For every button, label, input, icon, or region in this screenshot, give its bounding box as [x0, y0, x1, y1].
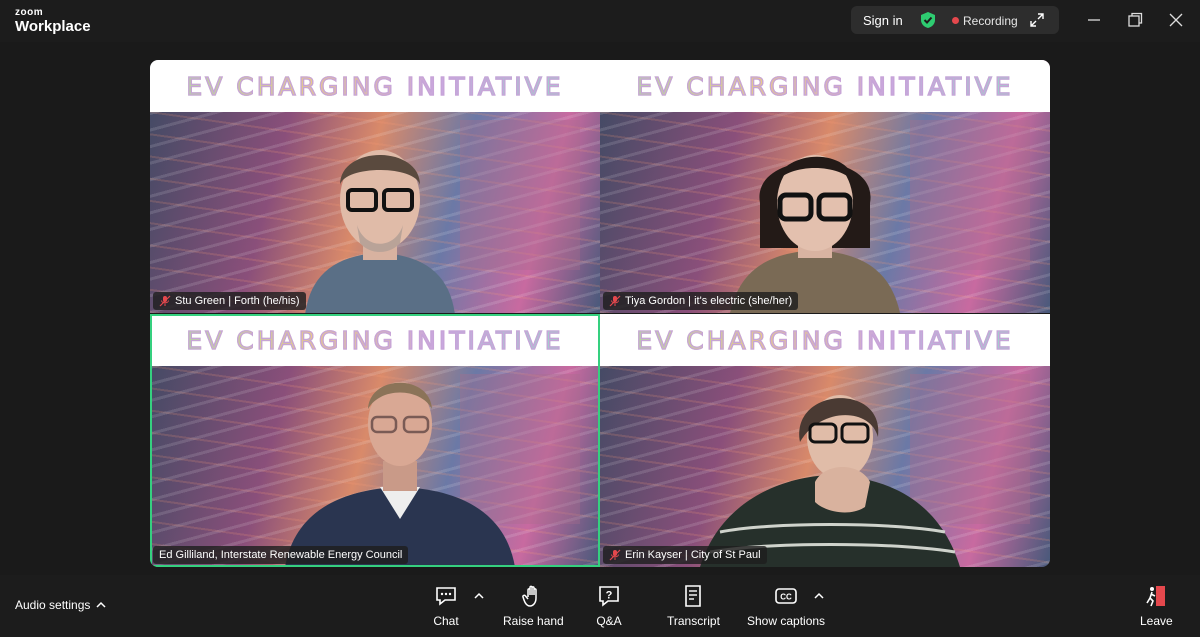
raise-hand-icon	[522, 585, 538, 607]
banner-text: EV CHARGING INITIATIVE	[636, 325, 1014, 355]
close-icon[interactable]	[1166, 10, 1186, 30]
captions-options-chevron-icon[interactable]	[814, 592, 824, 600]
minimize-icon[interactable]	[1084, 10, 1104, 30]
banner: EV CHARGING INITIATIVE	[150, 60, 600, 112]
chat-icon	[436, 587, 456, 606]
chat-button[interactable]: Chat	[433, 583, 459, 628]
video-tile-active-speaker[interactable]: EV CHARGING INITIATIVE Ed Gilliland, Int…	[150, 314, 600, 567]
audio-settings-button[interactable]: Audio settings	[15, 598, 106, 612]
participant-video	[285, 382, 515, 567]
banner-text: EV CHARGING INITIATIVE	[636, 71, 1014, 101]
meeting-toolbar: Audio settings Chat Raise hand ? Q&A Tra…	[0, 575, 1200, 637]
muted-mic-icon	[159, 295, 171, 307]
participant-video	[700, 395, 960, 567]
video-tile[interactable]: EV CHARGING INITIATIVE Stu Green | Forth…	[150, 60, 600, 313]
logo-big-text: Workplace	[15, 18, 91, 35]
chat-options-chevron-icon[interactable]	[474, 592, 484, 600]
background-building	[460, 120, 580, 270]
header-pill: Sign in Recording	[851, 6, 1059, 34]
svg-text:?: ?	[606, 590, 613, 602]
qa-icon: ?	[599, 586, 619, 607]
banner-text: EV CHARGING INITIATIVE	[186, 71, 564, 101]
muted-mic-icon	[609, 549, 621, 561]
participant-name: Stu Green | Forth (he/his)	[175, 295, 300, 307]
restore-icon[interactable]	[1125, 10, 1145, 30]
sign-in-button[interactable]: Sign in	[863, 13, 903, 28]
expand-icon[interactable]	[1029, 12, 1045, 28]
participant-name: Erin Kayser | City of St Paul	[625, 549, 761, 561]
logo-small-text: zoom	[15, 7, 44, 18]
leave-label: Leave	[1140, 614, 1173, 628]
transcript-label: Transcript	[667, 614, 720, 628]
video-tile[interactable]: EV CHARGING INITIATIVE Erin Kayser | Cit…	[600, 314, 1050, 567]
raise-hand-label: Raise hand	[503, 614, 564, 628]
participant-video	[305, 150, 455, 313]
banner: EV CHARGING INITIATIVE	[600, 314, 1050, 366]
chat-label: Chat	[433, 614, 459, 628]
shield-check-icon[interactable]	[919, 11, 937, 29]
raise-hand-button[interactable]: Raise hand	[503, 583, 564, 628]
participant-name: Tiya Gordon | it's electric (she/her)	[625, 295, 793, 307]
audio-settings-label: Audio settings	[15, 598, 91, 612]
show-captions-button[interactable]: CC Show captions	[747, 583, 825, 628]
title-bar: zoom Workplace Sign in Recording	[0, 0, 1200, 42]
qa-label: Q&A	[596, 614, 622, 628]
leave-button[interactable]: Leave	[1140, 583, 1173, 628]
participant-nameplate: Erin Kayser | City of St Paul	[603, 546, 767, 564]
closed-captions-icon: CC	[775, 588, 797, 604]
participant-nameplate: Stu Green | Forth (he/his)	[153, 292, 306, 310]
video-tile[interactable]: EV CHARGING INITIATIVE Tiya Gordon | it'…	[600, 60, 1050, 313]
video-grid: EV CHARGING INITIATIVE Stu Green | Forth…	[150, 60, 1050, 567]
recording-label[interactable]: Recording	[963, 14, 1018, 28]
leave-door-icon	[1146, 586, 1166, 607]
banner: EV CHARGING INITIATIVE	[150, 314, 600, 366]
show-captions-label: Show captions	[747, 614, 826, 628]
zoom-logo: zoom Workplace	[15, 7, 91, 35]
participant-name: Ed Gilliland, Interstate Renewable Energ…	[159, 549, 403, 561]
transcript-button[interactable]: Transcript	[667, 583, 720, 628]
banner-text: EV CHARGING INITIATIVE	[186, 325, 564, 355]
participant-nameplate: Ed Gilliland, Interstate Renewable Energ…	[153, 546, 409, 564]
svg-text:CC: CC	[780, 593, 792, 602]
background-building	[910, 120, 1030, 270]
transcript-icon	[685, 585, 702, 607]
qa-button[interactable]: ? Q&A	[596, 583, 622, 628]
chevron-up-icon	[96, 601, 106, 608]
participant-video	[730, 155, 900, 313]
muted-mic-icon	[609, 295, 621, 307]
recording-dot-icon	[952, 17, 959, 24]
banner: EV CHARGING INITIATIVE	[600, 60, 1050, 112]
participant-nameplate: Tiya Gordon | it's electric (she/her)	[603, 292, 799, 310]
